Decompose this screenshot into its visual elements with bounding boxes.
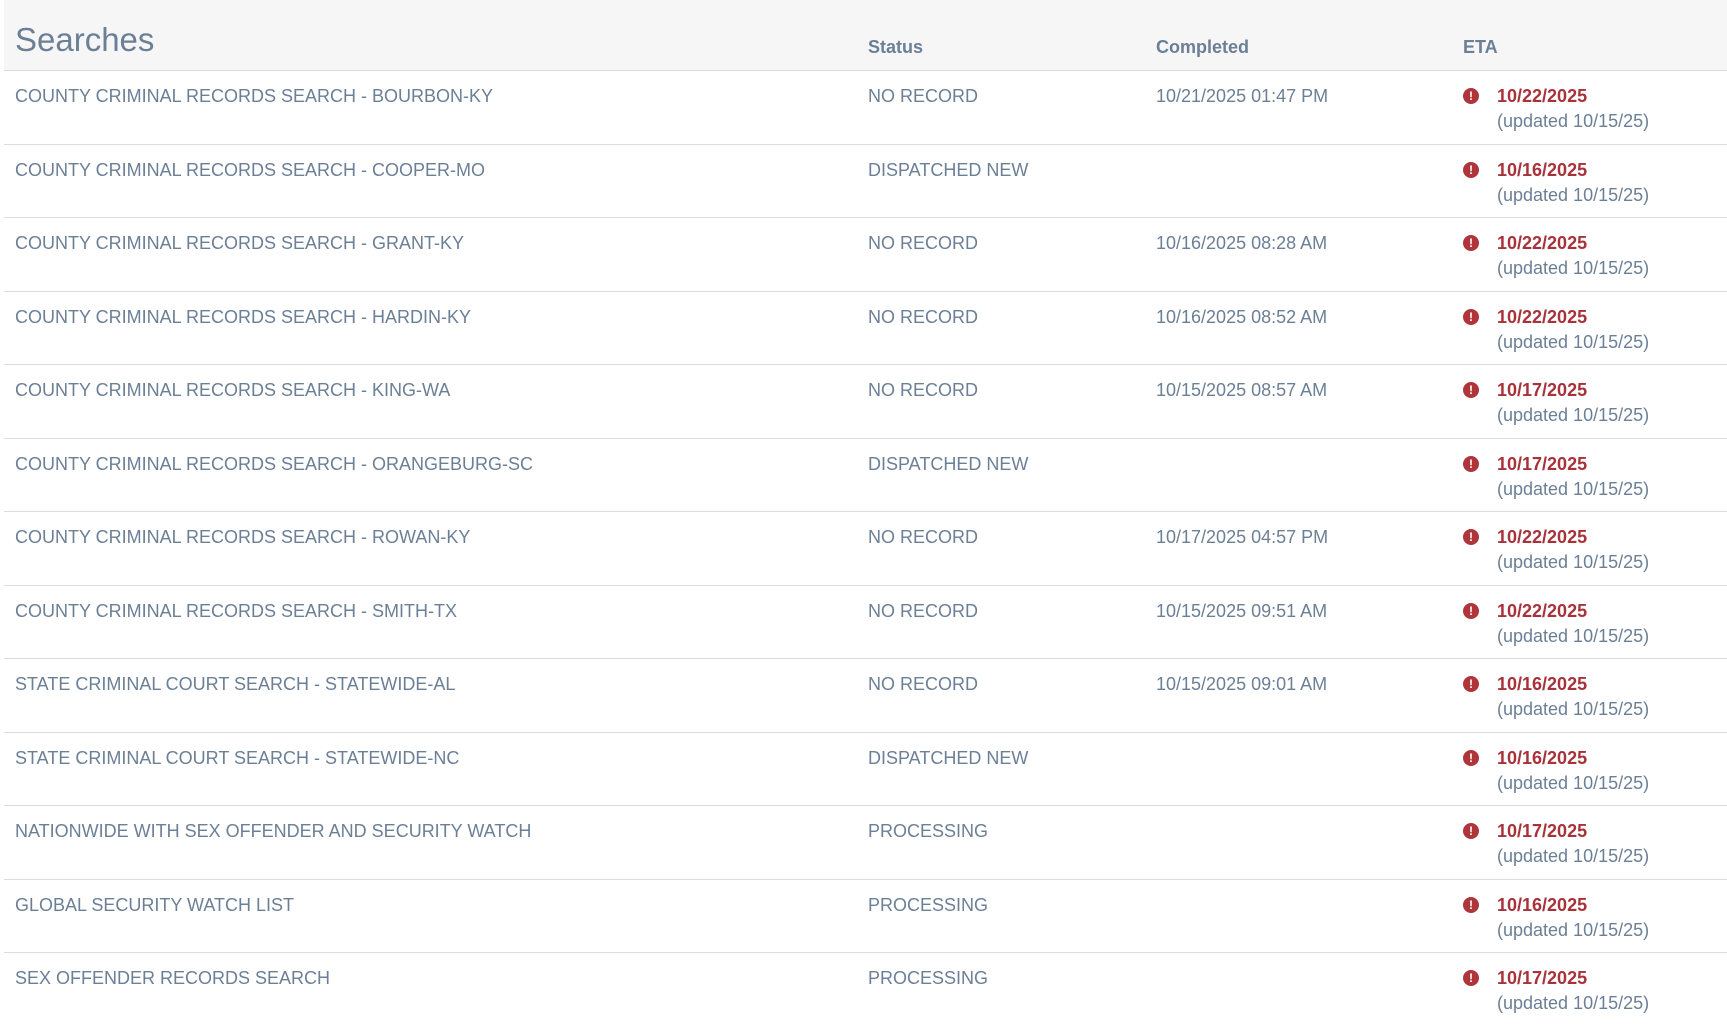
search-status: DISPATCHED NEW (868, 159, 1029, 180)
table-row[interactable]: COUNTY CRIMINAL RECORDS SEARCH - SMITH-T… (4, 586, 1727, 659)
eta-updated: (updated 10/15/25) (1497, 846, 1650, 866)
table-row[interactable]: NATIONWIDE WITH SEX OFFENDER AND SECURIT… (4, 806, 1727, 880)
search-completed: 10/17/2025 04:57 PM (1156, 527, 1329, 547)
table-row[interactable]: COUNTY CRIMINAL RECORDS SEARCH - BOURBON… (4, 71, 1727, 145)
exclamation-circle-icon: ! (1463, 161, 1479, 178)
exclamation-circle-icon: ! (1463, 602, 1479, 619)
eta-updated: (updated 10/15/25) (1497, 919, 1650, 940)
exclamation-circle-icon: ! (1463, 970, 1479, 986)
table-row[interactable]: COUNTY CRIMINAL RECORDS SEARCH - KING-WA… (4, 365, 1727, 439)
eta-date: 10/16/2025 (1497, 159, 1588, 180)
search-completed: 10/15/2025 09:51 AM (1156, 600, 1328, 621)
search-status: NO RECORD (868, 527, 979, 547)
search-name[interactable]: COUNTY CRIMINAL RECORDS SEARCH - GRANT-K… (15, 232, 464, 254)
search-status: PROCESSING (868, 821, 989, 841)
search-completed: 10/16/2025 08:28 AM (1156, 233, 1328, 253)
eta-date: 10/17/2025 (1497, 821, 1588, 841)
search-status: NO RECORD (868, 306, 979, 327)
exclamation-circle-icon: ! (1463, 235, 1479, 251)
exclamation-circle-icon: ! (1463, 896, 1479, 913)
eta-updated: (updated 10/15/25) (1497, 993, 1650, 1013)
search-completed: 10/16/2025 08:52 AM (1156, 306, 1328, 327)
search-name[interactable]: SEX OFFENDER RECORDS SEARCH (15, 967, 330, 989)
search-completed: 10/21/2025 01:47 PM (1156, 86, 1329, 106)
eta-date: 10/16/2025 (1497, 674, 1588, 694)
search-completed: 10/15/2025 08:57 AM (1156, 380, 1328, 400)
exclamation-circle-icon: ! (1463, 455, 1479, 472)
search-status: NO RECORD (868, 86, 979, 106)
eta-updated: (updated 10/15/25) (1497, 331, 1650, 352)
eta-updated: (updated 10/15/25) (1497, 772, 1650, 793)
eta-updated: (updated 10/15/25) (1497, 405, 1650, 425)
search-name[interactable]: COUNTY CRIMINAL RECORDS SEARCH - ORANGEB… (15, 453, 533, 475)
exclamation-circle-icon: ! (1463, 88, 1479, 104)
column-header-completed[interactable]: Completed (1156, 37, 1249, 57)
search-name[interactable]: GLOBAL SECURITY WATCH LIST (15, 894, 294, 916)
search-status: NO RECORD (868, 674, 979, 694)
column-header-status[interactable]: Status (868, 37, 923, 57)
search-list: COUNTY CRIMINAL RECORDS SEARCH - BOURBON… (4, 71, 1727, 1026)
eta-updated: (updated 10/15/25) (1497, 625, 1650, 646)
search-status: PROCESSING (868, 968, 989, 988)
column-header-eta[interactable]: ETA (1463, 37, 1498, 57)
search-name[interactable]: COUNTY CRIMINAL RECORDS SEARCH - SMITH-T… (15, 600, 457, 622)
exclamation-circle-icon: ! (1463, 749, 1479, 766)
table-row[interactable]: COUNTY CRIMINAL RECORDS SEARCH - GRANT-K… (4, 218, 1727, 292)
table-header: Searches Status Completed ETA (4, 0, 1727, 71)
table-row[interactable]: COUNTY CRIMINAL RECORDS SEARCH - HARDIN-… (4, 292, 1727, 365)
search-name[interactable]: STATE CRIMINAL COURT SEARCH - STATEWIDE-… (15, 673, 455, 695)
search-status: NO RECORD (868, 600, 979, 621)
eta-date: 10/22/2025 (1497, 527, 1588, 547)
search-status: NO RECORD (868, 380, 979, 400)
search-status: DISPATCHED NEW (868, 453, 1029, 474)
eta-date: 10/22/2025 (1497, 306, 1588, 327)
eta-updated: (updated 10/15/25) (1497, 258, 1650, 278)
eta-date: 10/17/2025 (1497, 380, 1588, 400)
search-status: DISPATCHED NEW (868, 747, 1029, 768)
eta-date: 10/22/2025 (1497, 233, 1588, 253)
eta-updated: (updated 10/15/25) (1497, 184, 1650, 205)
searches-panel: Searches Status Completed ETA COUNTY CRI… (4, 0, 1727, 1026)
eta-date: 10/17/2025 (1497, 968, 1588, 988)
table-row[interactable]: GLOBAL SECURITY WATCH LIST PROCESSING! 10/… (4, 880, 1727, 953)
search-name[interactable]: COUNTY CRIMINAL RECORDS SEARCH - ROWAN-K… (15, 526, 470, 548)
eta-date: 10/17/2025 (1497, 453, 1588, 474)
search-name[interactable]: COUNTY CRIMINAL RECORDS SEARCH - KING-WA (15, 379, 450, 401)
table-row[interactable]: STATE CRIMINAL COURT SEARCH - STATEWIDE-… (4, 659, 1727, 733)
eta-updated: (updated 10/15/25) (1497, 699, 1650, 719)
exclamation-circle-icon: ! (1463, 529, 1479, 545)
search-name[interactable]: COUNTY CRIMINAL RECORDS SEARCH - HARDIN-… (15, 306, 471, 328)
search-name[interactable]: COUNTY CRIMINAL RECORDS SEARCH - COOPER-… (15, 159, 485, 181)
search-status: NO RECORD (868, 233, 979, 253)
table-row[interactable]: COUNTY CRIMINAL RECORDS SEARCH - ROWAN-K… (4, 512, 1727, 586)
exclamation-circle-icon: ! (1463, 823, 1479, 839)
eta-updated: (updated 10/15/25) (1497, 478, 1650, 499)
table-row[interactable]: COUNTY CRIMINAL RECORDS SEARCH - ORANGEB… (4, 439, 1727, 512)
search-completed: 10/15/2025 09:01 AM (1156, 674, 1328, 694)
exclamation-circle-icon: ! (1463, 382, 1479, 398)
search-name[interactable]: NATIONWIDE WITH SEX OFFENDER AND SECURIT… (15, 820, 531, 842)
eta-date: 10/22/2025 (1497, 600, 1588, 621)
page-title: Searches (15, 21, 155, 58)
table-row[interactable]: SEX OFFENDER RECORDS SEARCH PROCESSING! 10… (4, 953, 1727, 1026)
eta-updated: (updated 10/15/25) (1497, 552, 1650, 572)
eta-date: 10/22/2025 (1497, 86, 1588, 106)
table-row[interactable]: STATE CRIMINAL COURT SEARCH - STATEWIDE-… (4, 733, 1727, 806)
search-name[interactable]: STATE CRIMINAL COURT SEARCH - STATEWIDE-… (15, 747, 459, 769)
eta-date: 10/16/2025 (1497, 747, 1588, 768)
exclamation-circle-icon: ! (1463, 308, 1479, 325)
eta-updated: (updated 10/15/25) (1497, 111, 1650, 131)
search-name[interactable]: COUNTY CRIMINAL RECORDS SEARCH - BOURBON… (15, 85, 493, 107)
eta-date: 10/16/2025 (1497, 894, 1588, 915)
search-status: PROCESSING (868, 894, 989, 915)
exclamation-circle-icon: ! (1463, 676, 1479, 692)
table-row[interactable]: COUNTY CRIMINAL RECORDS SEARCH - COOPER-… (4, 145, 1727, 218)
